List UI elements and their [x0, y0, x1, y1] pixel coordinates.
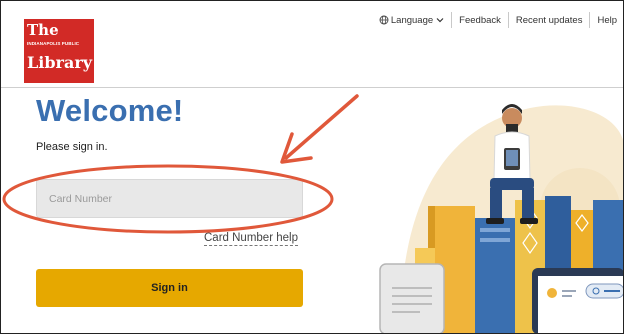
screenshot-border — [0, 0, 624, 334]
